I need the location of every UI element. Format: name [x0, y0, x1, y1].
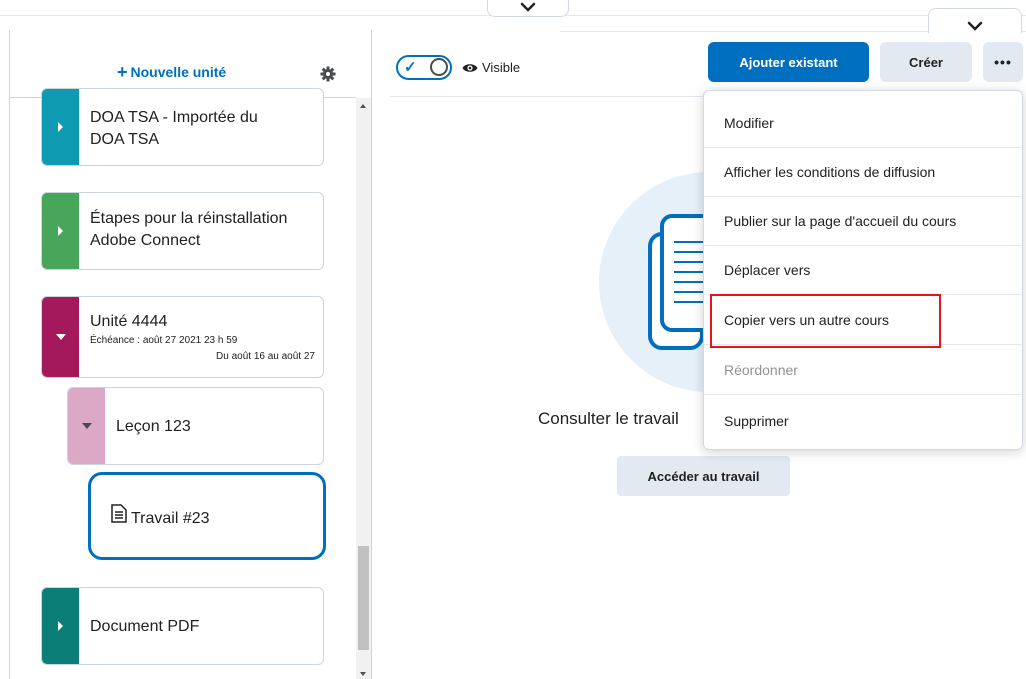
add-existing-button[interactable]: Ajouter existant — [708, 42, 869, 82]
collapse-header-tab[interactable] — [487, 0, 569, 17]
lesson-color-stripe[interactable] — [68, 388, 105, 464]
menu-item-modifier[interactable]: Modifier — [704, 99, 1022, 148]
ellipsis-icon: ••• — [994, 54, 1012, 70]
visibility-status: Visible — [462, 60, 520, 75]
menu-item-delete[interactable]: Supprimer — [704, 396, 1022, 445]
unit-card-4444[interactable]: Unité 4444 Échéance : août 27 2021 23 h … — [41, 296, 324, 378]
create-button[interactable]: Créer — [880, 42, 972, 82]
main-header-divider — [390, 96, 704, 97]
unit-color-stripe[interactable] — [42, 588, 79, 664]
assignment-card-selected[interactable]: Travail #23 — [88, 472, 326, 560]
unit-title: Étapes pour la réinstallation Adobe Conn… — [90, 210, 288, 249]
lesson-title: Leçon 123 — [116, 418, 191, 435]
unit-color-stripe[interactable] — [42, 297, 79, 377]
scrollbar-thumb[interactable] — [358, 546, 369, 650]
chevron-down-icon — [520, 2, 536, 12]
assignment-title: Travail #23 — [131, 510, 210, 527]
new-unit-button[interactable]: + Nouvelle unité — [117, 62, 227, 82]
menu-item-release-conditions[interactable]: Afficher les conditions de diffusion — [704, 148, 1022, 197]
date-range: Du août 16 au août 27 — [216, 351, 315, 362]
expand-arrow-icon — [58, 226, 63, 236]
visibility-toggle[interactable]: ✓ — [396, 55, 452, 80]
unit-title: Unité 4444 — [90, 313, 168, 330]
document-icon — [111, 504, 127, 523]
unit-card-doa-tsa[interactable]: DOA TSA - Importée du DOA TSA — [41, 88, 324, 166]
toggle-knob — [430, 58, 448, 76]
lesson-card[interactable]: Leçon 123 — [67, 387, 324, 465]
expand-arrow-icon — [58, 122, 63, 132]
unit-card-adobe-connect[interactable]: Étapes pour la réinstallation Adobe Conn… — [41, 192, 324, 270]
unit-title: Document PDF — [90, 618, 200, 635]
eye-icon — [462, 63, 478, 72]
checkmark-icon: ✓ — [404, 59, 417, 76]
collapse-arrow-icon — [81, 423, 92, 429]
more-actions-menu: Modifier Afficher les conditions de diff… — [703, 90, 1023, 450]
visibility-label: Visible — [482, 60, 521, 75]
new-unit-label: Nouvelle unité — [130, 64, 227, 80]
empty-state-text: Consulter le travail — [538, 409, 679, 428]
scroll-down-arrow-icon[interactable] — [360, 672, 366, 676]
sidebar-left-border — [9, 30, 10, 679]
more-actions-button[interactable]: ••• — [983, 42, 1023, 82]
settings-gear-icon[interactable] — [320, 66, 336, 87]
unit-title: DOA TSA - Importée du DOA TSA — [90, 109, 258, 148]
menu-item-move-to[interactable]: Déplacer vers — [704, 246, 1022, 295]
unit-card-document-pdf[interactable]: Document PDF — [41, 587, 324, 665]
due-date: Échéance : août 27 2021 23 h 59 — [90, 335, 238, 346]
expand-arrow-icon — [58, 621, 63, 631]
expand-panel-tab[interactable] — [928, 8, 1022, 33]
document-illustration-icon — [648, 214, 708, 350]
unit-color-stripe[interactable] — [42, 193, 79, 269]
sidebar-right-border — [371, 30, 372, 679]
highlight-box — [710, 294, 941, 348]
access-assignment-button[interactable]: Accéder au travail — [617, 456, 790, 496]
collapse-arrow-icon — [55, 334, 66, 340]
plus-icon: + — [117, 62, 128, 82]
menu-item-publish-homepage[interactable]: Publier sur la page d'accueil du cours — [704, 197, 1022, 246]
scroll-up-arrow-icon[interactable] — [360, 104, 366, 108]
chevron-down-icon — [967, 21, 983, 31]
menu-item-reorder: Réordonner — [704, 346, 1022, 395]
unit-color-stripe[interactable] — [42, 89, 79, 165]
